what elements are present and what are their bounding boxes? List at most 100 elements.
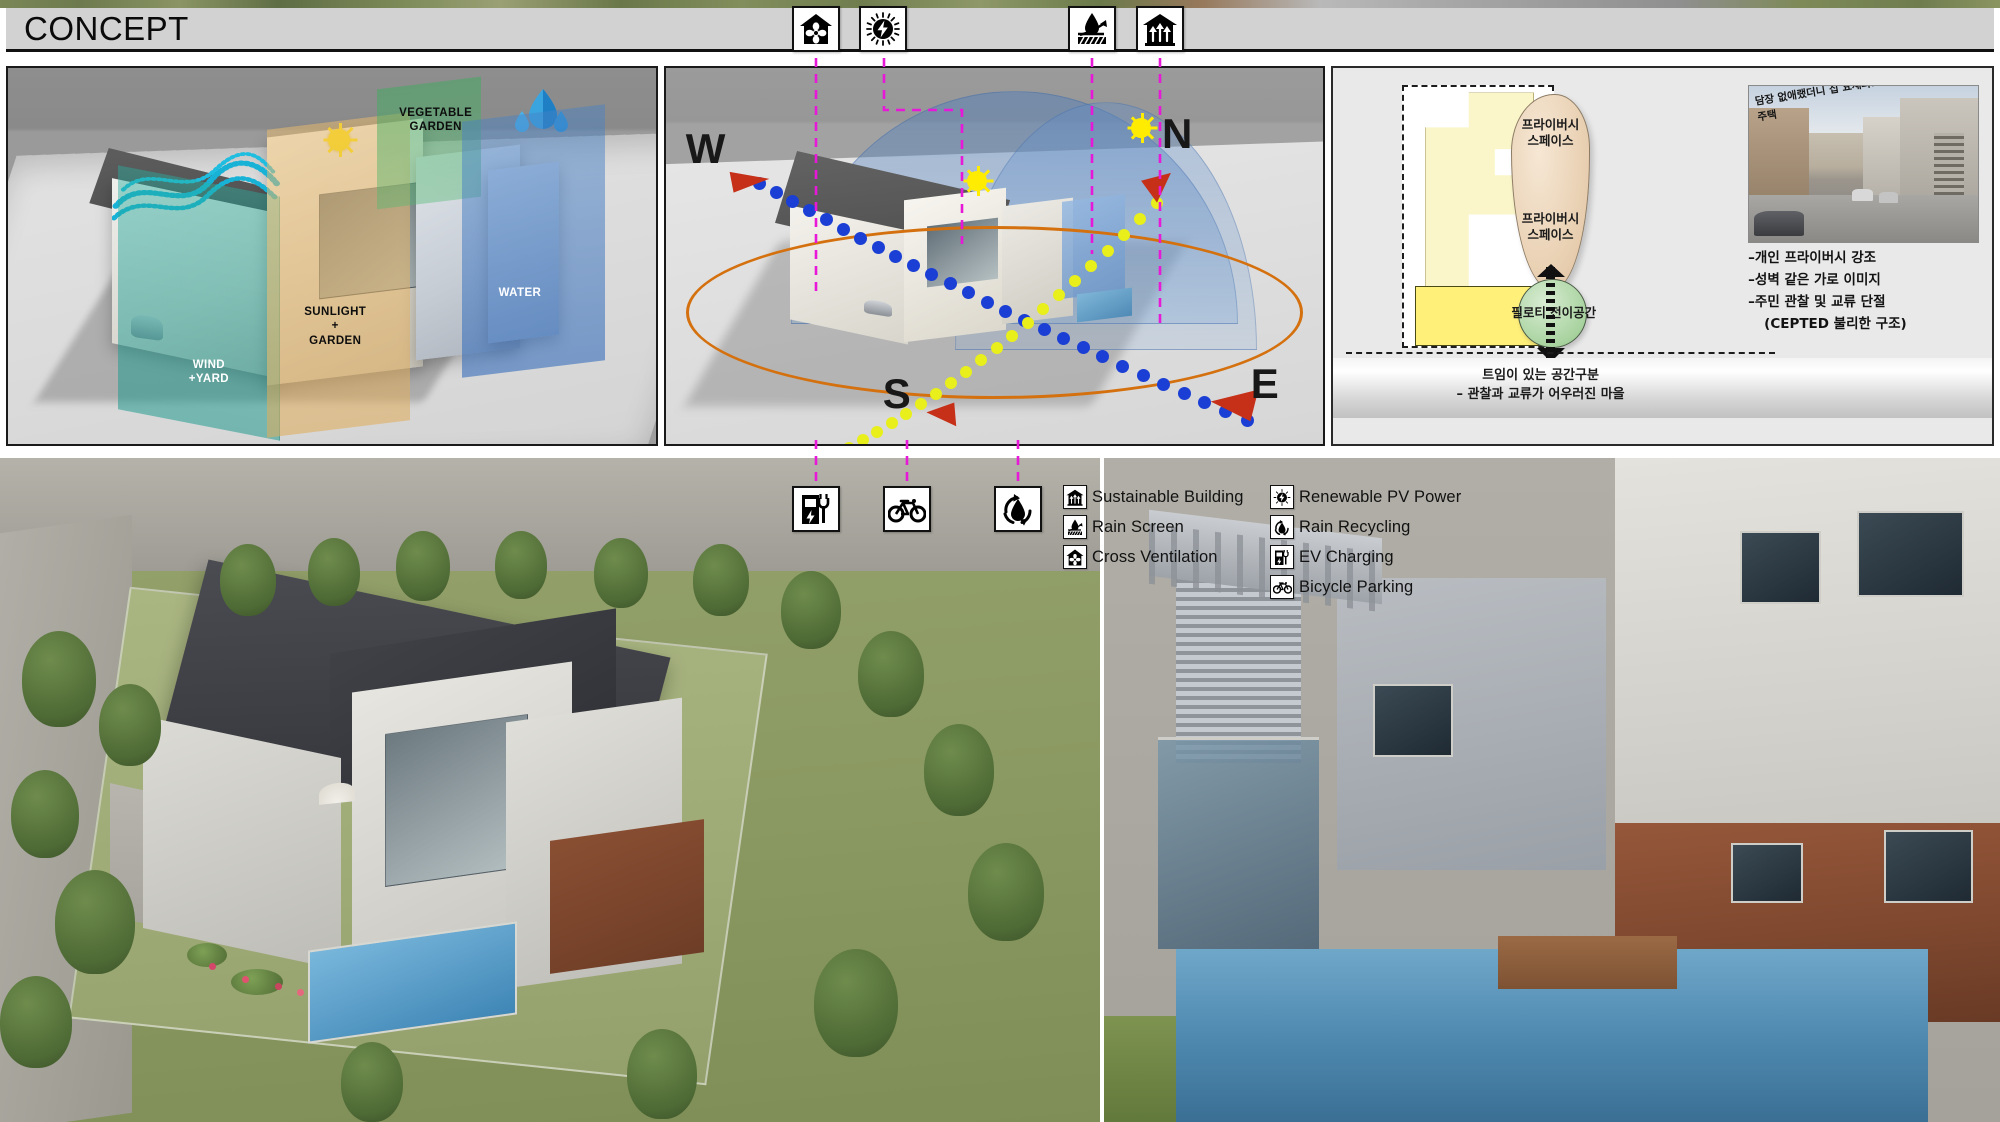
legend-label: Cross Ventilation [1092, 547, 1218, 566]
panel-concept-zoning: WIND +YARD SUNLIGHT + GARDEN VEGETABLE G… [6, 66, 658, 446]
compass-label-south: S [882, 369, 911, 417]
zipper-arrow-top [1536, 263, 1565, 277]
tree [22, 630, 96, 727]
legend-item-sustainable-building[interactable]: Sustainable Building [1063, 482, 1273, 512]
tree [627, 1029, 697, 1120]
legend-item-renewable-pv-power[interactable]: Renewable PV Power [1270, 482, 1485, 512]
render-right-perforated-screen [1175, 577, 1302, 764]
window [1372, 683, 1454, 757]
panel1-glass-facade [319, 181, 423, 300]
render-left-wood-cladding [550, 819, 704, 974]
flower-bed [275, 982, 282, 990]
sun-icon [322, 122, 358, 157]
tree [814, 949, 898, 1058]
tree [341, 1042, 403, 1122]
render-right-glazed-wall [1157, 736, 1320, 950]
cross-ventilation-icon [1063, 545, 1087, 569]
legend-column-right: Renewable PV Power Rain Recycling EV Cha… [1270, 482, 1485, 602]
legend-label: Renewable PV Power [1299, 487, 1462, 506]
rain-recycling-icon[interactable] [994, 486, 1042, 532]
legend-item-rain-screen[interactable]: Rain Screen [1063, 512, 1273, 542]
panel-solar-orientation: W N E S [664, 66, 1325, 446]
ev-charging-icon [1270, 545, 1294, 569]
renewable-pv-power-icon[interactable] [859, 6, 907, 52]
photo-car-near [1753, 210, 1805, 236]
tree [781, 570, 841, 649]
presentation-board: CONCEPT WIND +YARD SUNLIGHT + GARDEN VEG… [0, 0, 2000, 1122]
tree [396, 531, 450, 602]
diagram-panel-row: WIND +YARD SUNLIGHT + GARDEN VEGETABLE G… [0, 66, 2000, 448]
tree [99, 683, 161, 766]
ev-charging-icon[interactable] [792, 486, 840, 532]
tree [220, 544, 276, 617]
sun-high-icon [1126, 113, 1158, 144]
tree [11, 770, 79, 859]
render-right-timber-deck [1498, 936, 1678, 990]
legend-item-cross-ventilation[interactable]: Cross Ventilation [1063, 542, 1273, 572]
panel-privacy-diagram: 프라이버시 스페이스 프라이버시 스페이스 필로티 전이공간 트임이 있는 공간… [1331, 66, 1994, 446]
reference-street-photo: 담장 없애랬더니 집 요새화…판교의 '중정형' 단독주택 [1748, 84, 1979, 243]
water-drop-icon [513, 87, 569, 139]
legend-label: Bicycle Parking [1299, 577, 1414, 596]
window [1883, 829, 1974, 903]
rain-screen-icon [1063, 515, 1087, 539]
zone-label-vegetable: VEGETABLE GARDEN [399, 106, 473, 133]
shrub [187, 942, 227, 967]
photo-car-far [1879, 191, 1898, 203]
bullet-item: –개인 프라이버시 강조 [1748, 250, 1877, 267]
label-privacy-space-upper: 프라이버시 스페이스 [1521, 116, 1580, 149]
legend-label: Rain Recycling [1299, 517, 1411, 536]
wind-swirl-graphic [110, 143, 280, 233]
panel3-dashed-baseline [1346, 351, 1775, 354]
render-aerial-perspective [0, 458, 1100, 1122]
tree [924, 723, 994, 816]
window [1740, 531, 1821, 605]
bicycle-parking-icon[interactable] [883, 486, 931, 532]
tree [0, 975, 72, 1068]
privacy-bullet-list: –개인 프라이버시 강조 –성벽 같은 가로 이미지 –주민 관찰 및 교류 단… [1748, 248, 1985, 335]
tree [308, 537, 360, 606]
photo-car-mid [1852, 188, 1873, 202]
legend-label: Sustainable Building [1092, 487, 1244, 506]
bullet-item: (CEPTED 불리한 구조) [1764, 316, 1907, 333]
window [1731, 843, 1803, 903]
zone-label-water: WATER [498, 287, 542, 300]
compass-label-east: E [1250, 360, 1279, 408]
bicycle-parking-icon [1270, 575, 1294, 599]
render-left-upper-road [0, 458, 1100, 571]
tree [968, 843, 1044, 942]
flower-bed [242, 975, 249, 983]
window [1856, 511, 1965, 598]
connection-zipper-line [1545, 267, 1555, 358]
sustainable-building-icon[interactable] [1136, 6, 1184, 52]
rain-screen-icon[interactable] [1068, 6, 1116, 52]
tree [858, 630, 924, 717]
flower-bed [209, 962, 216, 970]
renewable-pv-power-icon [1270, 485, 1294, 509]
panel3-caption: 트임이 있는 공간구분 – 관찰과 교류가 어우러진 마을 [1456, 367, 1625, 402]
rain-recycling-icon [1270, 515, 1294, 539]
tree [594, 537, 648, 608]
tree [693, 544, 749, 617]
legend-column-left: Sustainable Building Rain Screen Cross V… [1063, 482, 1273, 572]
board-title-bar: CONCEPT [6, 8, 1994, 52]
photo-perforated-wall [1934, 132, 1965, 196]
label-privacy-space-lower: 프라이버시 스페이스 [1521, 210, 1580, 243]
cross-ventilation-icon[interactable] [792, 6, 840, 52]
zone-label-wind: WIND +YARD [188, 358, 229, 385]
legend-item-bicycle-parking[interactable]: Bicycle Parking [1270, 572, 1485, 602]
tree [495, 531, 547, 600]
legend-label: EV Charging [1299, 547, 1394, 566]
legend-item-rain-recycling[interactable]: Rain Recycling [1270, 512, 1485, 542]
bullet-item: –성벽 같은 가로 이미지 [1748, 272, 1881, 289]
sun-low-icon [962, 165, 994, 196]
bullet-item: –주민 관찰 및 교류 단절 [1748, 294, 1886, 311]
tree [55, 869, 135, 974]
zone-label-sunlight: SUNLIGHT + GARDEN [304, 305, 367, 347]
legend-label: Rain Screen [1092, 517, 1184, 536]
sustainable-building-icon [1063, 485, 1087, 509]
compass-label-west: W [685, 125, 726, 173]
panel1-block-far-right [487, 161, 559, 344]
legend-item-ev-charging[interactable]: EV Charging [1270, 542, 1485, 572]
render-left-wall-west [143, 715, 341, 971]
